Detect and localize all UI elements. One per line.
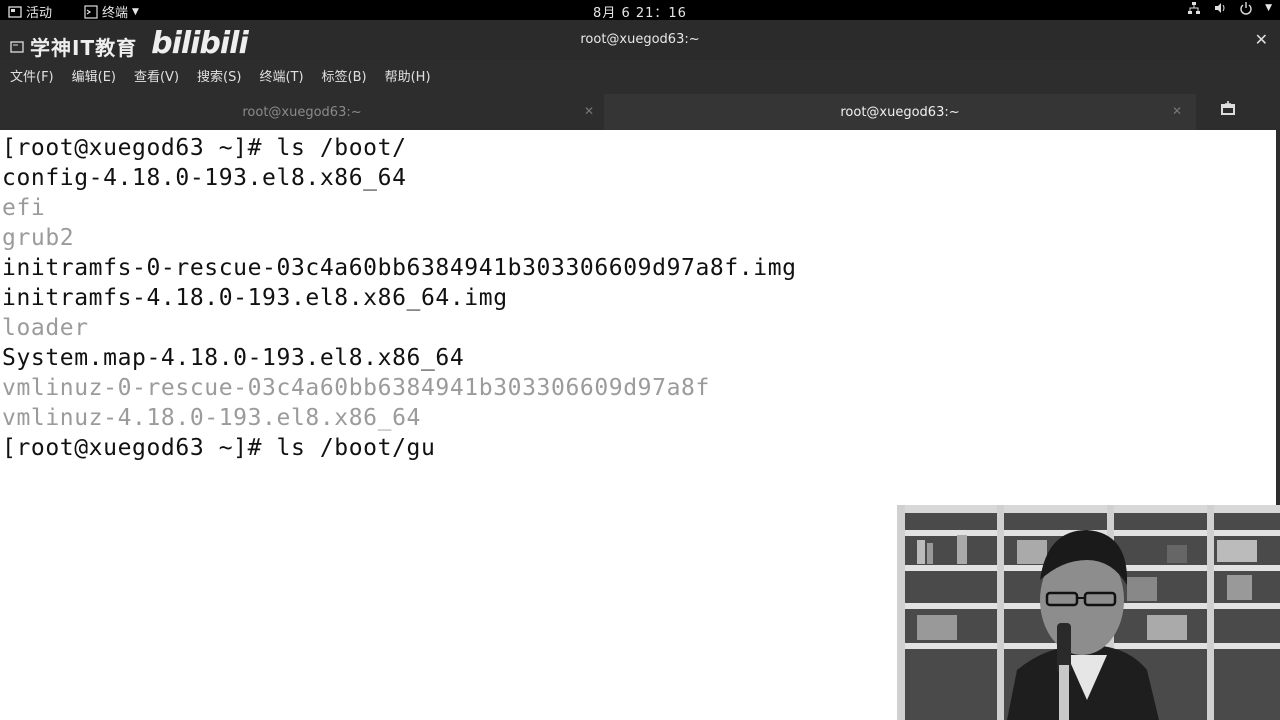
close-icon[interactable]: ✕ bbox=[1255, 30, 1268, 49]
menu-terminal[interactable]: 终端(T) bbox=[259, 66, 303, 85]
terminal-line: initramfs-4.18.0-193.el8.x86_64.img bbox=[2, 285, 508, 311]
menu-tabs[interactable]: 标签(B) bbox=[322, 66, 367, 85]
terminal-line: loader bbox=[2, 315, 89, 341]
close-icon[interactable]: ✕ bbox=[584, 104, 594, 118]
tab-1[interactable]: root@xuegod63:~ ✕ bbox=[0, 94, 604, 130]
new-tab-icon[interactable] bbox=[1220, 101, 1236, 117]
volume-icon[interactable] bbox=[1213, 1, 1227, 15]
terminal-line: [root@xuegod63 ~]# ls /boot/ bbox=[2, 135, 407, 161]
tab-2[interactable]: root@xuegod63:~ ✕ bbox=[604, 94, 1196, 130]
tab-label: root@xuegod63:~ bbox=[242, 104, 362, 120]
chevron-down-icon[interactable]: ▼ bbox=[1265, 3, 1272, 13]
window-title: root@xuegod63:~ bbox=[580, 32, 700, 47]
terminal-line: grub2 bbox=[2, 225, 75, 251]
system-tray[interactable]: ▼ bbox=[1187, 1, 1272, 15]
webcam-overlay bbox=[897, 505, 1280, 720]
menu-file[interactable]: 文件(F) bbox=[10, 66, 54, 85]
clock[interactable]: 8月 6 21：16 bbox=[0, 2, 1280, 21]
tab-label: root@xuegod63:~ bbox=[840, 104, 960, 120]
network-icon[interactable] bbox=[1187, 1, 1201, 15]
menu-help[interactable]: 帮助(H) bbox=[385, 66, 431, 85]
power-icon[interactable] bbox=[1239, 1, 1253, 15]
terminal-line: config-4.18.0-193.el8.x86_64 bbox=[2, 165, 407, 191]
terminal-line: efi bbox=[2, 195, 46, 221]
terminal-line: vmlinuz-4.18.0-193.el8.x86_64 bbox=[2, 405, 421, 431]
terminal-line: System.map-4.18.0-193.el8.x86_64 bbox=[2, 345, 465, 371]
presenter-video bbox=[897, 505, 1280, 720]
window-titlebar[interactable]: 学神IT教育 bilibili root@xuegod63:~ ✕ bbox=[0, 20, 1280, 61]
menu-view[interactable]: 查看(V) bbox=[134, 66, 179, 85]
menu-edit[interactable]: 编辑(E) bbox=[72, 66, 116, 85]
terminal-line: initramfs-0-rescue-03c4a60bb6384941b3033… bbox=[2, 255, 797, 281]
tab-bar: root@xuegod63:~ ✕ root@xuegod63:~ ✕ bbox=[0, 90, 1280, 130]
terminal-line: vmlinuz-0-rescue-03c4a60bb6384941b303306… bbox=[2, 375, 710, 401]
menu-bar: 文件(F) 编辑(E) 查看(V) 搜索(S) 终端(T) 标签(B) 帮助(H… bbox=[0, 60, 1280, 90]
gnome-top-bar: 活动 终端 ▼ 8月 6 21：16 ▼ bbox=[0, 0, 1280, 21]
close-icon[interactable]: ✕ bbox=[1172, 104, 1182, 118]
menu-search[interactable]: 搜索(S) bbox=[197, 66, 241, 85]
terminal-prompt-line: [root@xuegod63 ~]# ls /boot/gu bbox=[2, 435, 436, 461]
